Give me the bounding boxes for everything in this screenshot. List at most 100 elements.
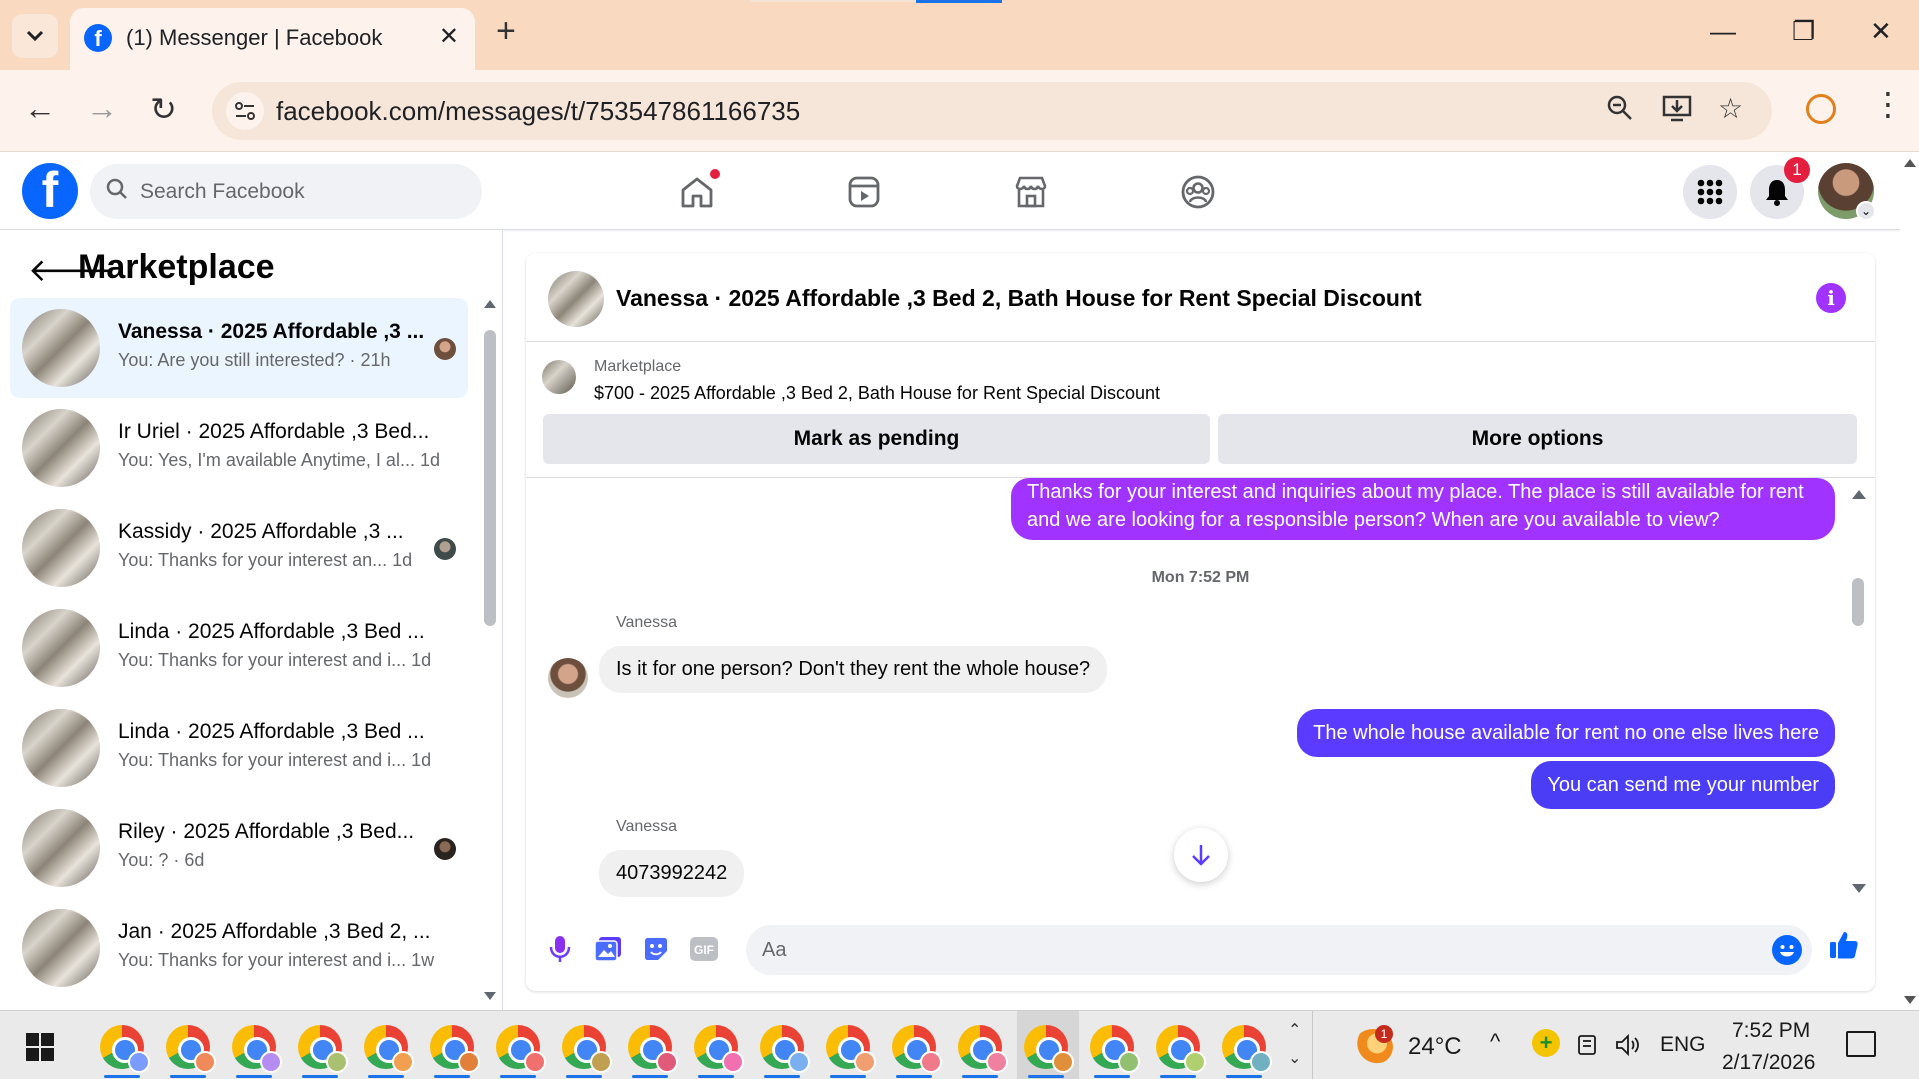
forward-button[interactable]: → <box>86 90 118 127</box>
chrome-app-icon[interactable] <box>364 1025 414 1073</box>
gif-icon[interactable]: GIF <box>688 933 720 965</box>
scroll-up-arrow-icon[interactable] <box>1852 490 1866 499</box>
conversation-item[interactable]: Jan · 2025 Affordable ,3 Bed 2, ... You:… <box>10 898 468 998</box>
notifications-button[interactable]: 1 <box>1750 157 1810 219</box>
scroll-up-arrow-icon[interactable] <box>1904 159 1916 167</box>
chrome-app-icon[interactable] <box>958 1025 1008 1073</box>
conversation-item[interactable]: Linda · 2025 Affordable ,3 Bed ... You: … <box>10 598 468 698</box>
conversation-item[interactable]: Vanessa · 2025 Affordable ,3 ... You: Ar… <box>10 298 468 398</box>
scrollbar-thumb[interactable] <box>484 330 496 626</box>
info-icon[interactable]: i <box>1816 283 1846 313</box>
clock-time[interactable]: 7:52 PM <box>1732 1019 1810 1043</box>
incoming-message[interactable]: 4073992242 <box>599 850 745 897</box>
sidebar-scrollbar[interactable] <box>482 300 498 1000</box>
taskbar-scroll-arrows[interactable]: ⌃ ⌄ <box>1288 1017 1301 1073</box>
notification-center-icon[interactable] <box>1846 1031 1876 1057</box>
browser-menu-icon[interactable]: ⋮ <box>1872 88 1904 120</box>
listing-description[interactable]: $700 - 2025 Affordable ,3 Bed 2, Bath Ho… <box>594 383 1160 404</box>
scroll-down-arrow-icon[interactable] <box>1904 996 1916 1004</box>
chrome-app-icon[interactable] <box>496 1025 546 1073</box>
chrome-app-icon[interactable] <box>628 1025 678 1073</box>
chrome-app-icon[interactable] <box>232 1025 282 1073</box>
chrome-app-icon[interactable] <box>1156 1025 1206 1073</box>
chat-listing-thumbnail[interactable] <box>548 271 604 327</box>
chrome-app-icon[interactable] <box>694 1025 744 1073</box>
conversation-item[interactable]: Kassidy · 2025 Affordable ,3 ... You: Th… <box>10 498 468 598</box>
network-icon[interactable] <box>1576 1033 1598 1063</box>
sender-avatar[interactable] <box>548 658 588 698</box>
scroll-down-arrow-icon[interactable] <box>484 992 496 1000</box>
conversation-snippet: You: Are you still interested? · 21h <box>118 350 391 370</box>
chrome-app-icon[interactable] <box>1024 1025 1074 1073</box>
reload-button[interactable]: ↻ <box>150 90 177 128</box>
outgoing-message[interactable]: The whole house available for rent no on… <box>1297 709 1835 757</box>
address-bar[interactable]: facebook.com/messages/t/753547861166735 … <box>212 82 1772 140</box>
temperature[interactable]: 24°C <box>1408 1033 1462 1061</box>
back-button[interactable]: ← <box>24 90 56 127</box>
scrollbar-thumb[interactable] <box>1852 578 1864 626</box>
tab-close-icon[interactable]: ✕ <box>439 22 459 51</box>
restore-button[interactable]: ❐ <box>1792 16 1815 47</box>
volume-icon[interactable] <box>1614 1033 1642 1063</box>
marketplace-icon[interactable] <box>1010 171 1052 213</box>
conversation-name: Riley · 2025 Affordable ,3 Bed... <box>118 820 415 843</box>
account-chevron-icon[interactable]: ⌄ <box>1856 201 1876 221</box>
chrome-app-icon[interactable] <box>298 1025 348 1073</box>
scroll-down-arrow-icon[interactable] <box>1852 884 1866 893</box>
facebook-logo-icon[interactable]: f <box>22 163 78 219</box>
page-scrollbar[interactable] <box>1900 153 1919 1010</box>
bookmark-star-icon[interactable]: ☆ <box>1718 92 1743 125</box>
photo-icon[interactable] <box>592 933 624 965</box>
menu-grid-button[interactable] <box>1683 165 1737 219</box>
chrome-app-icon[interactable] <box>430 1025 480 1073</box>
more-options-button[interactable]: More options <box>1218 414 1857 464</box>
chrome-app-icon[interactable] <box>1222 1025 1272 1073</box>
seen-avatar <box>434 338 456 360</box>
outgoing-message[interactable]: Thanks for your interest and inquiries a… <box>1011 478 1835 540</box>
thumbs-up-icon[interactable] <box>1828 929 1860 961</box>
site-info-icon[interactable] <box>226 92 264 130</box>
outgoing-message[interactable]: You can send me your number <box>1531 761 1835 809</box>
chrome-app-icon[interactable] <box>1090 1025 1140 1073</box>
message-input[interactable] <box>746 925 1812 975</box>
chrome-app-icon[interactable] <box>892 1025 942 1073</box>
tab-search-button[interactable] <box>12 14 58 58</box>
sticker-icon[interactable] <box>640 933 672 965</box>
scroll-up-arrow-icon[interactable] <box>484 300 496 308</box>
chat-title[interactable]: Vanessa · 2025 Affordable ,3 Bed 2, Bath… <box>616 285 1422 312</box>
zoom-icon[interactable] <box>1606 94 1634 129</box>
reels-icon[interactable] <box>843 171 885 213</box>
chrome-app-icon[interactable] <box>100 1025 150 1073</box>
emoji-icon[interactable] <box>1772 935 1802 965</box>
scroll-to-bottom-button[interactable] <box>1174 828 1228 882</box>
chrome-app-icon[interactable] <box>166 1025 216 1073</box>
security-app-icon[interactable]: + <box>1532 1029 1560 1057</box>
chrome-app-icon[interactable] <box>562 1025 612 1073</box>
messages-scrollbar[interactable] <box>1850 478 1866 903</box>
chat-panel: Vanessa · 2025 Affordable ,3 Bed 2, Bath… <box>526 253 1875 991</box>
chrome-app-icon[interactable] <box>760 1025 810 1073</box>
running-indicator <box>1094 1075 1130 1078</box>
incoming-message[interactable]: Is it for one person? Don't they rent th… <box>599 646 1108 693</box>
windows-start-icon[interactable] <box>26 1033 54 1061</box>
mark-as-pending-button[interactable]: Mark as pending <box>543 414 1210 464</box>
new-tab-button[interactable]: + <box>496 14 516 48</box>
conversation-item[interactable]: Linda · 2025 Affordable ,3 Bed ... You: … <box>10 698 468 798</box>
home-icon[interactable] <box>676 169 720 213</box>
facebook-search[interactable] <box>90 164 482 219</box>
show-hidden-icons-chevron-icon[interactable]: ^ <box>1490 1029 1500 1055</box>
conversation-item[interactable]: Ir Uriel · 2025 Affordable ,3 Bed... You… <box>10 398 468 498</box>
language-indicator[interactable]: ENG <box>1660 1033 1706 1057</box>
close-window-button[interactable]: ✕ <box>1870 16 1892 47</box>
browser-tab-messenger[interactable]: f (1) Messenger | Facebook ✕ <box>70 8 475 70</box>
chrome-app-icon[interactable] <box>826 1025 876 1073</box>
install-app-icon[interactable] <box>1662 94 1692 129</box>
conversation-item[interactable]: Riley · 2025 Affordable ,3 Bed... You: ?… <box>10 798 468 898</box>
browser-profile-icon[interactable] <box>1806 94 1836 124</box>
clock-date[interactable]: 2/17/2026 <box>1722 1051 1815 1075</box>
microphone-icon[interactable] <box>544 933 576 965</box>
groups-icon[interactable] <box>1177 171 1219 213</box>
minimize-button[interactable]: — <box>1710 16 1736 47</box>
tab-strip-highlight <box>750 0 916 2</box>
search-input[interactable] <box>140 178 460 206</box>
